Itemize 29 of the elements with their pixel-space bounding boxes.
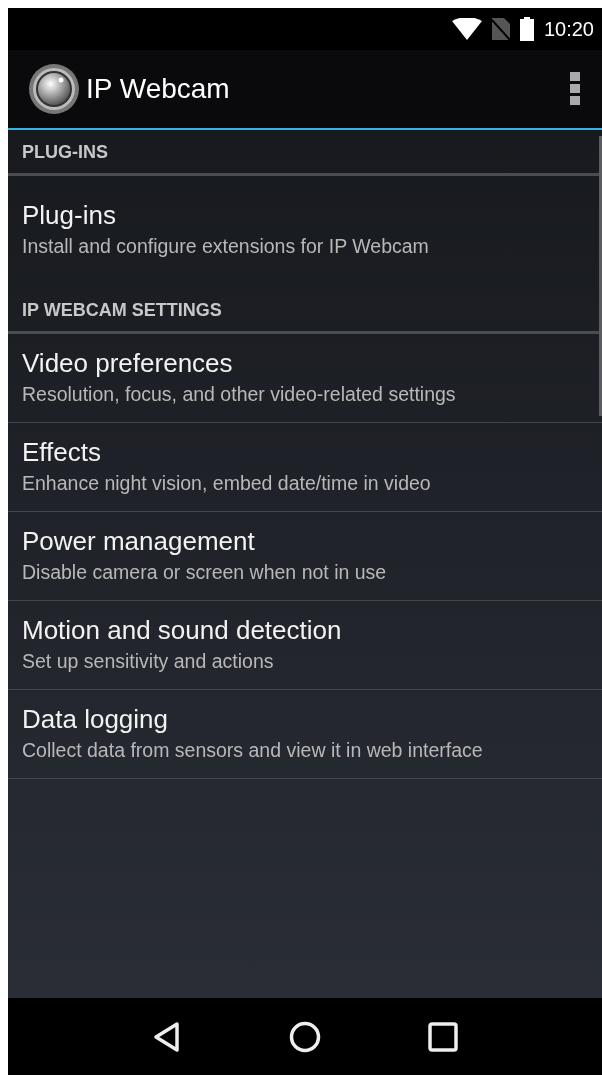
item-subtitle: Install and configure extensions for IP Webcam [22,235,430,258]
no-sim-icon [491,18,510,40]
item-subtitle: Resolution, focus, and other video-related settings [22,383,457,406]
settings-item[interactable]: Power management Disable camera or screen when not in use [8,512,602,601]
item-subtitle: Collect data from sensors and view it in web interface [22,739,484,762]
app-title: IP Webcam [86,73,231,105]
section-header: PLUG-INS [8,130,602,176]
settings-item[interactable]: Motion and sound detection Set up sensitivity and actions [8,601,602,690]
settings-item[interactable]: Effects Enhance night vision, embed date/time in video [8,423,602,512]
item-title: Video preferences [22,348,234,379]
battery-icon [519,17,534,41]
home-button[interactable] [289,1020,321,1053]
back-button[interactable] [151,1020,182,1053]
item-title: Data logging [22,704,169,735]
settings-item[interactable]: Video preferences Resolution, focus, and other video-related settings [8,334,602,423]
settings-item[interactable]: Data logging Collect data from sensors and view it in web interface [8,690,602,779]
status-time: 10:20 [543,17,594,41]
item-title: Plug-ins [22,200,117,231]
camera-lens-icon [28,63,80,115]
item-subtitle: Set up sensitivity and actions [22,650,275,673]
wifi-icon [451,18,482,40]
recents-button[interactable] [428,1021,459,1052]
item-title: Power management [22,526,256,557]
item-title: Effects [22,437,102,468]
section-header: IP WEBCAM SETTINGS [8,288,602,334]
item-subtitle: Disable camera or screen when not in use [22,561,388,584]
settings-item[interactable]: Plug-ins Install and configure extensions for IP Webcam [8,176,602,288]
item-title: Motion and sound detection [22,615,343,646]
item-subtitle: Enhance night vision, embed date/time in video [22,472,432,495]
